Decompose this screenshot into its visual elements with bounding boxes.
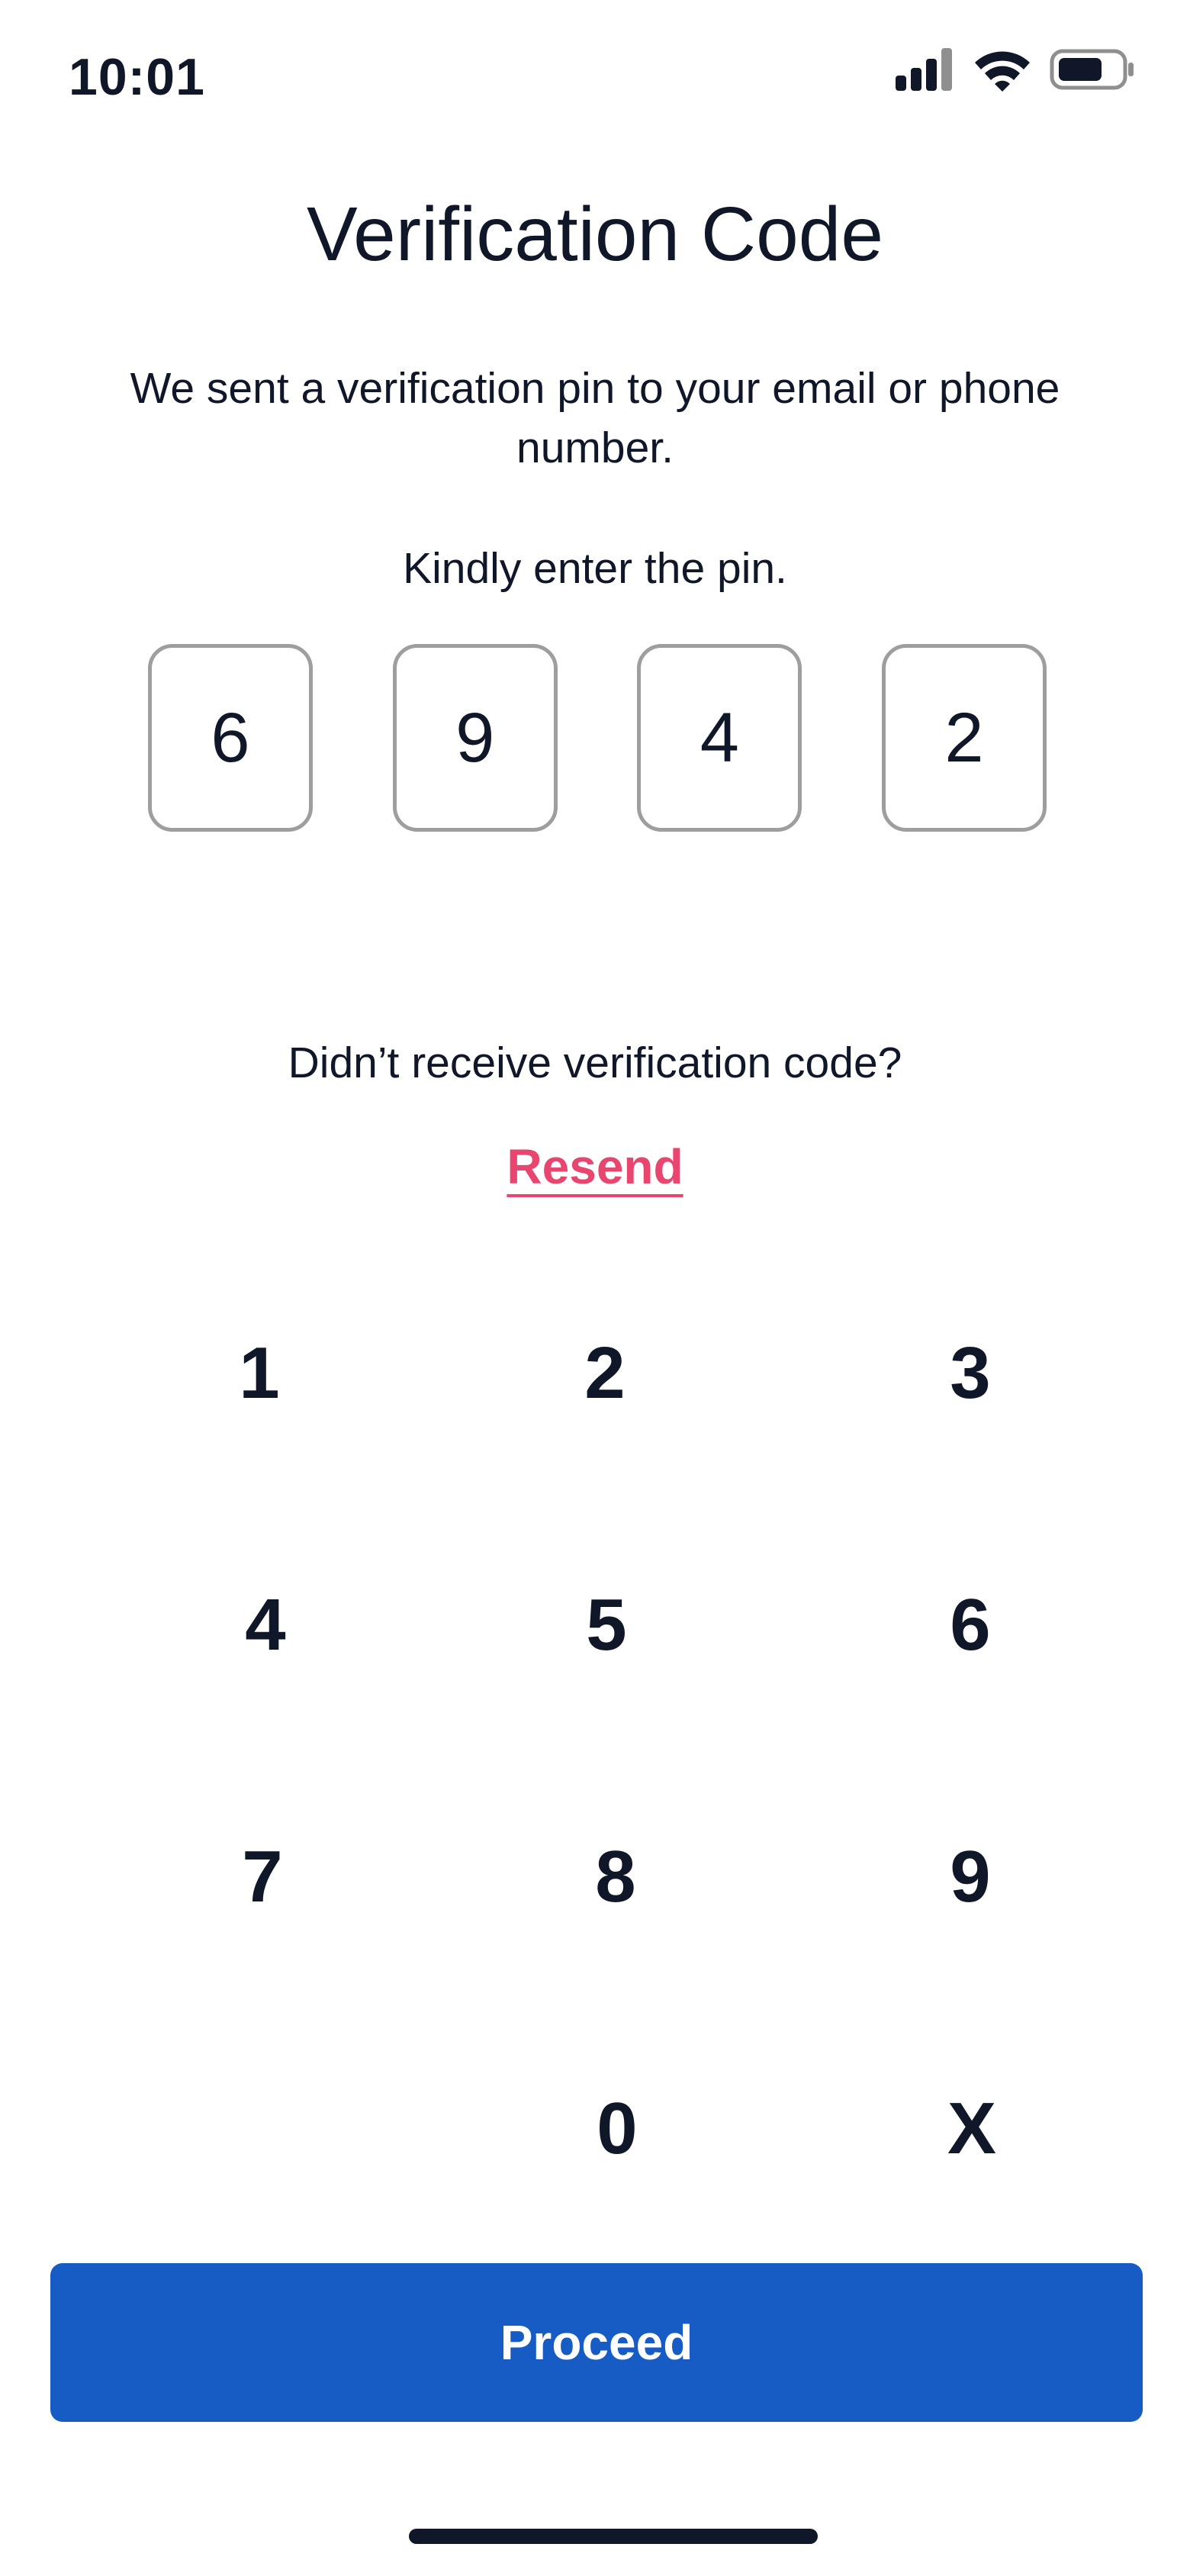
key-0[interactable]: 0: [503, 2053, 732, 2205]
key-1[interactable]: 1: [145, 1297, 374, 1450]
pin-input-group: 6 9 4 2: [148, 644, 1047, 836]
key-5[interactable]: 5: [492, 1549, 721, 1702]
key-3[interactable]: 3: [856, 1297, 1085, 1450]
key-empty: [145, 2053, 374, 2205]
key-6[interactable]: 6: [856, 1549, 1085, 1702]
status-bar: 10:01: [0, 0, 1190, 153]
pin-digit-3[interactable]: 4: [637, 644, 802, 832]
pin-prompt: Kindly enter the pin.: [403, 544, 787, 593]
key-2[interactable]: 2: [490, 1297, 719, 1450]
status-icons: [896, 44, 1135, 95]
page-title: Verification Code: [306, 192, 883, 277]
instruction-text: We sent a verification pin to your email…: [130, 364, 1060, 472]
numeric-keypad: 1 2 3 4 5 6 7 8 9 0 X: [0, 1297, 1190, 2274]
pin-digit-4[interactable]: 2: [881, 644, 1047, 832]
battery-icon: [1050, 49, 1135, 90]
resend-link[interactable]: Resend: [0, 1138, 1190, 1195]
wifi-icon: [972, 47, 1033, 92]
resend-question: Didn’t receive verification code?: [288, 1038, 902, 1087]
key-7[interactable]: 7: [148, 1801, 377, 1953]
key-4[interactable]: 4: [151, 1549, 380, 1702]
pin-digit-1[interactable]: 6: [148, 644, 313, 832]
key-delete[interactable]: X: [857, 2053, 1086, 2205]
pin-digit-2[interactable]: 9: [392, 644, 558, 832]
key-9[interactable]: 9: [856, 1801, 1085, 1953]
status-time: 10:01: [69, 48, 205, 106]
signal-icon: [896, 48, 955, 91]
home-indicator[interactable]: [409, 2529, 818, 2544]
proceed-button[interactable]: Proceed: [50, 2263, 1143, 2422]
key-8[interactable]: 8: [501, 1801, 730, 1953]
